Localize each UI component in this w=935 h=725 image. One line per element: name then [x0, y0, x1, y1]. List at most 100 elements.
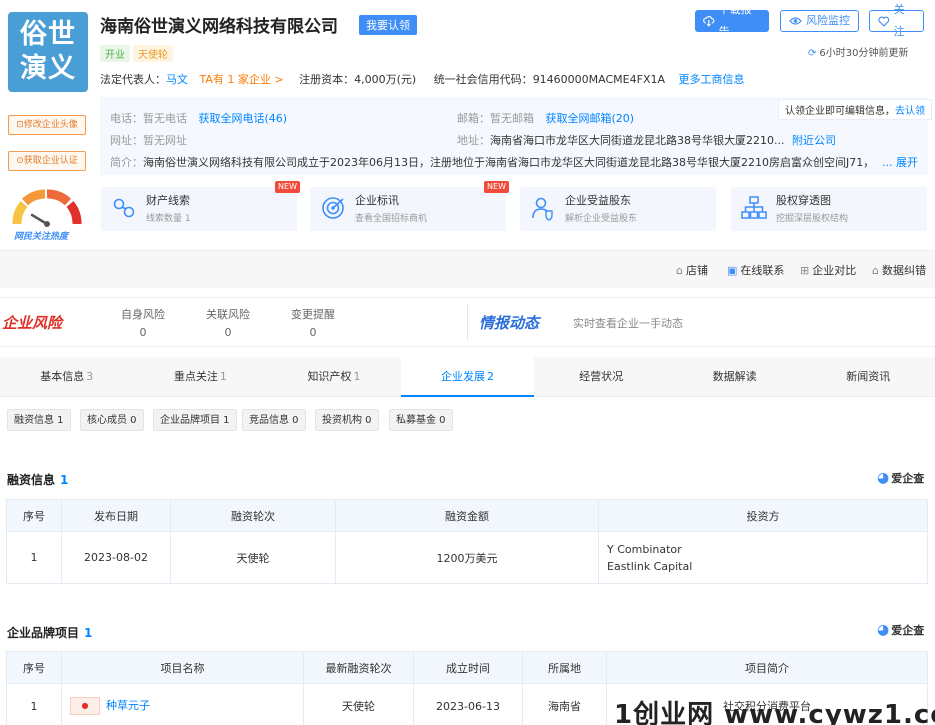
card-subtitle: 挖掘深层股权结构 — [776, 214, 849, 224]
card-title: 股权穿透图 — [776, 194, 831, 207]
refresh-icon: ⟳ — [808, 48, 817, 59]
table-header-row: 序号 项目名称 最新融资轮次 成立时间 所属地 项目简介 — [6, 651, 928, 684]
risk-self[interactable]: 自身风险 0 — [113, 306, 173, 339]
new-badge: NEW — [484, 181, 509, 193]
edit-avatar-label: 修改企业头像 — [23, 120, 78, 130]
get-auth-label: 获取企业认证 — [23, 156, 78, 166]
claim-button[interactable]: 我要认领 — [359, 15, 417, 35]
claim-tip: 认领企业即可编辑信息，去认领 — [778, 99, 932, 120]
col-header: 项目简介 — [606, 651, 928, 684]
financing-title: 融资信息 1 — [7, 471, 68, 488]
tab-basic-info[interactable]: 基本信息 3 — [0, 357, 134, 397]
edit-avatar-button[interactable]: ⊡修改企业头像 — [8, 115, 86, 135]
tab-operation[interactable]: 经营状况 — [534, 357, 668, 397]
risk-related-value: 0 — [224, 326, 232, 339]
email-row: 邮箱：暂无邮箱 获取全网邮箱(20) — [457, 110, 634, 126]
get-auth-button[interactable]: ⊙获取企业认证 — [8, 151, 86, 171]
follow-button[interactable]: 关注 — [869, 3, 924, 38]
tab-ip[interactable]: 知识产权 1 — [267, 357, 401, 397]
update-time[interactable]: ⟳ 6小时30分钟前更新 — [808, 44, 908, 59]
tab-count: 1 — [353, 370, 361, 383]
toolbar-shop[interactable]: ⌂ 店铺 — [676, 262, 708, 278]
site-watermark: 1创业网 www.cywz1.com — [614, 700, 935, 725]
risk-change[interactable]: 变更提醒 0 — [283, 306, 343, 339]
phone-label: 电话： — [110, 112, 143, 125]
more-info-link[interactable]: 更多工商信息 — [679, 73, 745, 86]
aiqicha-icon: ◕ — [877, 470, 890, 486]
chip-brand-projects[interactable]: 企业品牌项目 1 — [153, 409, 237, 431]
col-header: 序号 — [6, 651, 62, 684]
col-header: 成立时间 — [413, 651, 523, 684]
chat-icon: ▣ — [727, 263, 738, 277]
brand-projects-title-text: 企业品牌项目 — [7, 626, 80, 640]
card-title: 企业受益股东 — [565, 194, 631, 207]
col-header: 融资金额 — [335, 499, 599, 532]
download-report-button[interactable]: 下载报告 — [695, 3, 769, 38]
chip-private-fund[interactable]: 私募基金 0 — [389, 409, 453, 431]
project-name-link[interactable]: 种草元子 — [106, 699, 150, 712]
company-info-line: 法定代表人：马文 TA有 1 家企业 > 注册资本：4,000万(元) 统一社会… — [100, 71, 745, 87]
site-label: 网址： — [110, 134, 143, 147]
chip-core-members[interactable]: 核心成员 0 — [80, 409, 144, 431]
intro-expand-link[interactable]: ... 展开 — [880, 154, 918, 170]
cell-date: 2023-08-02 — [61, 531, 171, 584]
bank-icon: ⌂ — [872, 263, 879, 277]
tab-development[interactable]: 企业发展 2 — [400, 357, 535, 397]
company-name: 海南俗世演义网络科技有限公司 — [100, 17, 338, 37]
tab-count: 1 — [219, 370, 227, 383]
toolbar-contact[interactable]: ▣ 在线联系 — [727, 262, 784, 278]
chip-competitors[interactable]: 竞品信息 0 — [242, 409, 306, 431]
risk-related[interactable]: 关联风险 0 — [198, 306, 258, 339]
investor-name: Y Combinator — [607, 542, 682, 556]
get-phone-link[interactable]: 获取全网电话(46) — [199, 112, 288, 125]
intel-title[interactable]: 情报动态 — [479, 312, 539, 333]
aiqicha-logo: ◕ 爱企查 — [877, 622, 924, 638]
toolbar-correct-label: 数据纠错 — [881, 264, 926, 277]
tab-label: 企业发展 — [441, 370, 486, 383]
table-header-row: 序号 发布日期 融资轮次 融资金额 投资方 — [6, 499, 928, 532]
col-header: 发布日期 — [61, 499, 171, 532]
chip-financing[interactable]: 融资信息 1 — [7, 409, 71, 431]
risk-monitor-button[interactable]: 风险监控 — [780, 10, 859, 32]
site-row: 网址：暂无网址 — [110, 132, 187, 148]
financing-count: 1 — [60, 473, 69, 487]
risk-related-label: 关联风险 — [206, 308, 250, 321]
financing-title-text: 融资信息 — [7, 473, 56, 487]
toolbar-compare-label: 企业对比 — [812, 264, 857, 277]
tab-data-insight[interactable]: 数据解读 — [668, 357, 802, 397]
user-shield-icon — [532, 197, 553, 221]
risk-monitor-label: 风险监控 — [806, 14, 850, 27]
legal-rep-link[interactable]: 马文 — [166, 73, 188, 86]
toolbar-compare[interactable]: ⊞ 企业对比 — [800, 262, 856, 278]
cell-no: 1 — [6, 531, 62, 584]
legal-rep-companies-link[interactable]: TA有 1 家企业 > — [200, 73, 284, 86]
card-bidding[interactable]: 企业标讯 查看全国招标商机 NEW — [310, 181, 509, 231]
card-property-clues[interactable]: 财产线索 线索数量 1 NEW — [101, 181, 300, 231]
toolbar-correct[interactable]: ⌂ 数据纠错 — [872, 262, 926, 278]
risk-title[interactable]: 企业风险 — [2, 312, 62, 333]
cell-no: 1 — [6, 683, 62, 725]
eye-icon — [789, 17, 802, 25]
card-subtitle: 查看全国招标商机 — [355, 214, 428, 224]
intro-row: 简介：海南俗世演义网络科技有限公司成立于2023年06月13日，注册地位于海南省… — [110, 154, 928, 170]
tab-key-focus[interactable]: 重点关注 1 — [134, 357, 268, 397]
compare-icon: ⊞ — [800, 263, 810, 277]
target-icon — [322, 197, 344, 219]
risk-change-value: 0 — [309, 326, 317, 339]
chip-investors[interactable]: 投资机构 0 — [315, 409, 379, 431]
card-equity-chart[interactable]: 股权穿透图 挖掘深层股权结构 — [731, 187, 927, 231]
risk-change-label: 变更提醒 — [291, 308, 335, 321]
claim-tip-link[interactable]: 去认领 — [895, 106, 925, 117]
address-row: 地址：海南省海口市龙华区大同街道龙昆北路38号华银大厦2210... 附近公司 — [457, 132, 836, 148]
org-chart-icon — [741, 196, 767, 219]
shop-icon: ⌂ — [676, 263, 683, 277]
credit-label: 统一社会信用代码： — [433, 73, 533, 86]
cell-amount: 1200万美元 — [335, 531, 599, 584]
card-title: 企业标讯 — [355, 194, 399, 207]
nearby-companies-link[interactable]: 附近公司 — [792, 134, 836, 147]
table-row: 1 2023-08-02 天使轮 1200万美元 Y Combinator Ea… — [6, 531, 928, 584]
new-badge: NEW — [275, 181, 300, 193]
tab-news[interactable]: 新闻资讯 — [801, 357, 935, 397]
get-email-link[interactable]: 获取全网邮箱(20) — [546, 112, 635, 125]
card-beneficiary[interactable]: 企业受益股东 解析企业受益股东 — [520, 187, 716, 231]
